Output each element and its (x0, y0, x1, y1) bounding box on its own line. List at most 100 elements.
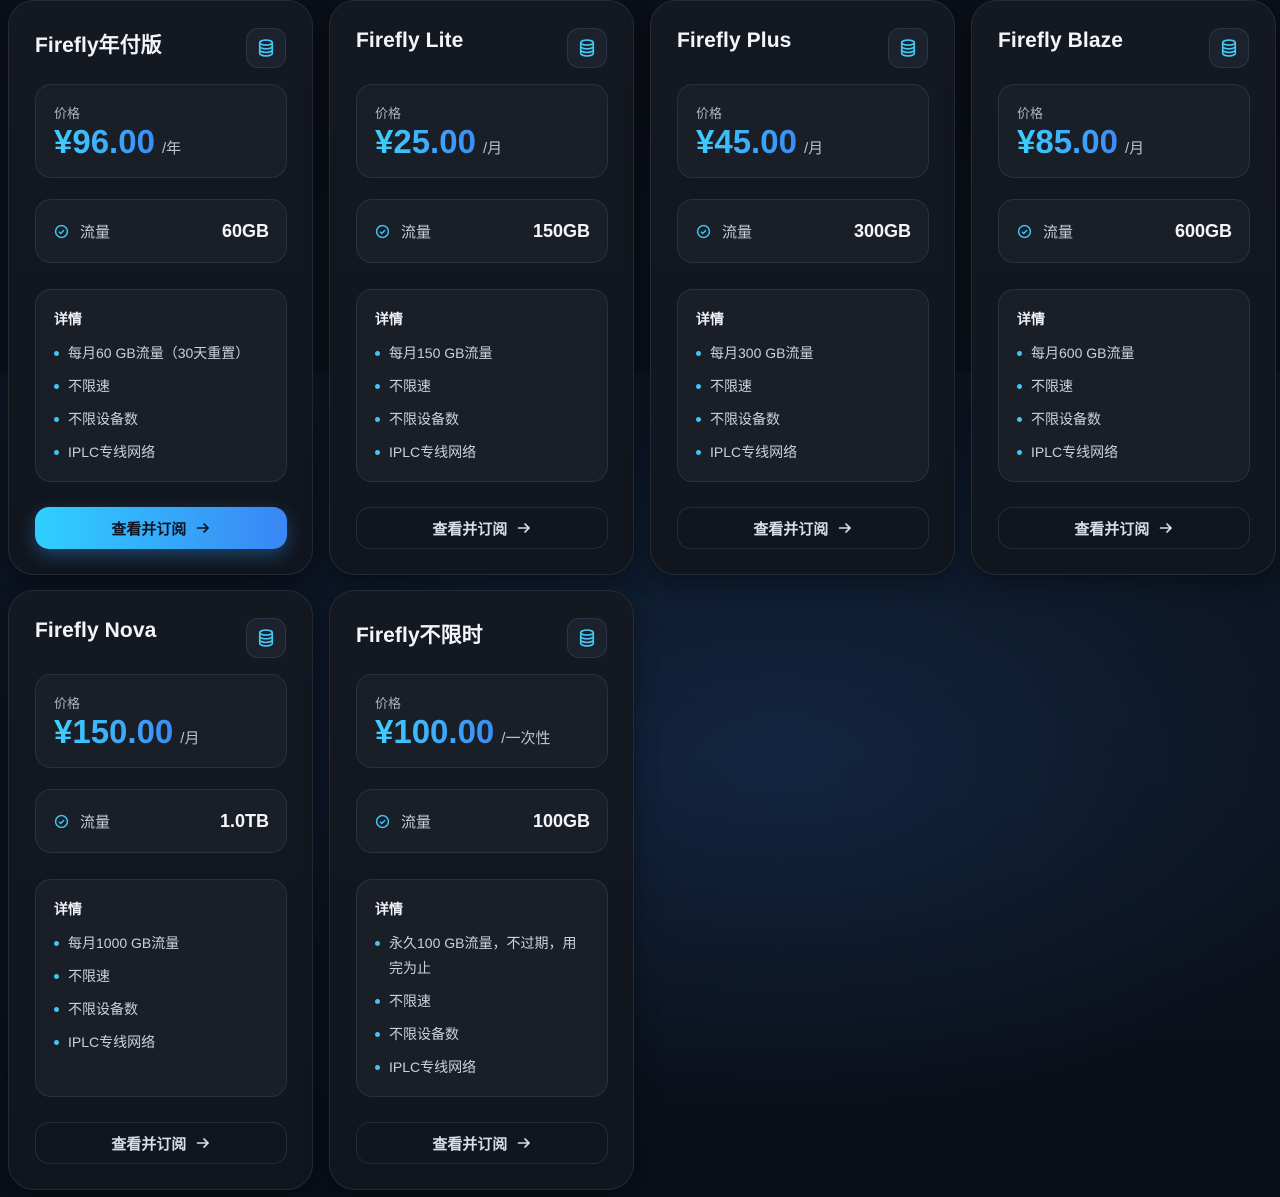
check-circle-icon (375, 224, 390, 239)
plan-detail-item: 不限设备数 (54, 407, 268, 432)
database-icon (567, 618, 607, 658)
price-row: ¥150.00 /月 (54, 713, 199, 751)
subscribe-button[interactable]: 查看并订阅 (356, 1122, 608, 1164)
price-label: 价格 (696, 106, 723, 121)
price-unit: /一次性 (501, 730, 551, 747)
price-value: ¥150.00 (54, 713, 174, 750)
plan-title: Firefly年付版 (35, 34, 163, 57)
arrow-right-icon (516, 1135, 532, 1151)
price-row: ¥85.00 /月 (1017, 123, 1144, 161)
details-title: 详情 (54, 901, 82, 917)
arrow-right-icon (1158, 520, 1174, 536)
price-row: ¥45.00 /月 (696, 123, 823, 161)
plan-detail-item: 不限速 (375, 374, 589, 399)
details-title: 详情 (1017, 311, 1045, 327)
plan-detail-item: 不限设备数 (375, 1022, 589, 1047)
traffic-label: 流量 (401, 813, 432, 831)
database-icon (246, 618, 286, 658)
traffic-panel: 流量 100GB (356, 789, 608, 853)
check-circle-icon (54, 224, 69, 239)
details-title: 详情 (54, 311, 82, 327)
details-panel: 详情 每月300 GB流量 不限速 不限设备数 IPLC专线网络 (677, 289, 929, 482)
traffic-label: 流量 (80, 813, 111, 831)
subscribe-button-label: 查看并订阅 (432, 1135, 508, 1153)
subscribe-button[interactable]: 查看并订阅 (677, 507, 929, 549)
price-unit: /年 (161, 140, 182, 157)
plan-detail-item: IPLC专线网络 (54, 440, 268, 465)
traffic-panel: 流量 1.0TB (35, 789, 287, 853)
plan-detail-item: 每月150 GB流量 (375, 341, 589, 366)
details-list: 每月1000 GB流量 不限速 不限设备数 IPLC专线网络 (54, 931, 268, 1055)
traffic-label: 流量 (1043, 223, 1074, 241)
plan-detail-item: 每月60 GB流量（30天重置） (54, 341, 268, 366)
plan-detail-item: 不限设备数 (1017, 407, 1231, 432)
price-value: ¥96.00 (54, 123, 155, 160)
subscribe-button-label: 查看并订阅 (111, 1135, 187, 1153)
details-title: 详情 (696, 311, 724, 327)
price-label: 价格 (54, 696, 81, 711)
price-panel: 价格 ¥85.00 /月 (998, 84, 1250, 178)
subscribe-button-label: 查看并订阅 (753, 520, 829, 538)
details-panel: 详情 每月60 GB流量（30天重置） 不限速不限设备数 IPLC专线网络 (35, 289, 287, 482)
subscribe-button-label: 查看并订阅 (111, 520, 187, 538)
plan-card: Firefly年付版 价格 ¥96.00 /年 流量 60GB 详情 每月60 … (8, 0, 313, 575)
plan-detail-item: 不限速 (1017, 374, 1231, 399)
price-unit: /月 (803, 140, 824, 157)
check-circle-icon (1017, 224, 1032, 239)
details-list: 永久100 GB流量，不过期，用完为止 不限速 不限设备数 IPLC专线网络 (375, 931, 589, 1080)
plan-card: Firefly Plus 价格 ¥45.00 /月 流量 300GB 详情 每月… (650, 0, 955, 575)
plan-card: Firefly Blaze 价格 ¥85.00 /月 流量 600GB 详情 每… (971, 0, 1276, 575)
plan-detail-item: 不限设备数 (375, 407, 589, 432)
price-label: 价格 (54, 106, 81, 121)
traffic-value: 60GB (221, 220, 269, 241)
traffic-panel: 流量 60GB (35, 199, 287, 263)
check-circle-icon (696, 224, 711, 239)
price-label: 价格 (1017, 106, 1044, 121)
price-row: ¥100.00 /一次性 (375, 713, 550, 751)
plan-detail-item: 不限速 (375, 989, 589, 1014)
subscribe-button[interactable]: 查看并订阅 (35, 507, 287, 549)
traffic-panel: 流量 600GB (998, 199, 1250, 263)
details-title: 详情 (375, 311, 403, 327)
price-panel: 价格 ¥45.00 /月 (677, 84, 929, 178)
database-icon (888, 28, 928, 68)
details-list: 每月150 GB流量 不限速 不限设备数 IPLC专线网络 (375, 341, 589, 465)
arrow-right-icon (195, 1135, 211, 1151)
plan-detail-item: 每月1000 GB流量 (54, 931, 268, 956)
subscribe-button[interactable]: 查看并订阅 (356, 507, 608, 549)
plan-title: Firefly不限时 (356, 624, 484, 647)
price-row: ¥96.00 /年 (54, 123, 181, 161)
subscribe-button[interactable]: 查看并订阅 (35, 1122, 287, 1164)
price-row: ¥25.00 /月 (375, 123, 502, 161)
traffic-label: 流量 (401, 223, 432, 241)
database-icon (246, 28, 286, 68)
traffic-panel: 流量 150GB (356, 199, 608, 263)
price-unit: /月 (180, 730, 200, 747)
traffic-label: 流量 (80, 223, 111, 241)
traffic-value: 600GB (1174, 220, 1232, 241)
plans-grid: Firefly年付版 价格 ¥96.00 /年 流量 60GB 详情 每月60 … (0, 0, 1280, 1197)
plan-card: Firefly Lite 价格 ¥25.00 /月 流量 150GB 详情 每月… (329, 0, 634, 575)
price-panel: 价格 ¥96.00 /年 (35, 84, 287, 178)
subscribe-button[interactable]: 查看并订阅 (998, 507, 1250, 549)
price-panel: 价格 ¥150.00 /月 (35, 674, 287, 768)
database-icon (567, 28, 607, 68)
price-unit: /月 (1124, 140, 1145, 157)
price-label: 价格 (375, 696, 402, 711)
plan-detail-item: 不限速 (54, 374, 268, 399)
subscribe-button-label: 查看并订阅 (1074, 520, 1150, 538)
plan-title: Firefly Plus (677, 29, 792, 52)
details-title: 详情 (375, 901, 403, 917)
arrow-right-icon (837, 520, 853, 536)
plan-card: Firefly Nova 价格 ¥150.00 /月 流量 1.0TB 详情 每… (8, 590, 313, 1190)
plan-title: Firefly Nova (35, 619, 157, 642)
plan-detail-item: 每月600 GB流量 (1017, 341, 1231, 366)
database-icon (1209, 28, 1249, 68)
price-label: 价格 (375, 106, 402, 121)
price-panel: 价格 ¥100.00 /一次性 (356, 674, 608, 768)
traffic-value: 100GB (532, 810, 590, 831)
plan-title: Firefly Blaze (998, 29, 1124, 52)
traffic-panel: 流量 300GB (677, 199, 929, 263)
plan-card: Firefly不限时 价格 ¥100.00 /一次性 流量 100GB 详情 永… (329, 590, 634, 1190)
arrow-right-icon (516, 520, 532, 536)
